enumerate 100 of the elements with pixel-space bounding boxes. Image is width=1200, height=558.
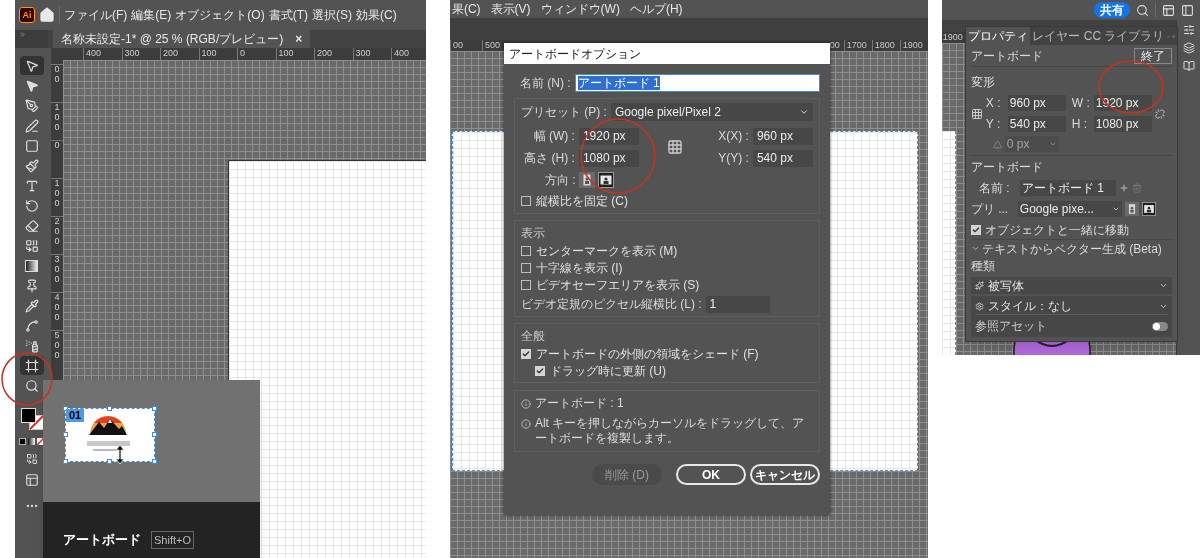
section-title: 全般 [520,328,546,345]
number-field[interactable]: 540 px [1007,116,1066,132]
field-label: H : [1071,116,1089,133]
landscape-orientation-button[interactable] [597,172,614,188]
checkbox-label: オブジェクトと一緒に移動 [984,222,1129,239]
rotate-icon [24,198,39,213]
section-title: 変形 [970,75,995,89]
menu-item[interactable]: ヘルプ(H) [629,0,683,18]
ruler-label: 1800 [874,40,895,50]
style-dropdown[interactable]: スタイル：なし [974,298,1168,315]
search-icon[interactable] [1136,3,1149,17]
document-title: 名称未設定-1* @ 25 % (RGB/プレビュー) [61,31,284,48]
ok-button[interactable]: OK [675,464,746,485]
checkbox-label: ビデオセーフエリアを表示 (S) [535,276,700,294]
screen-mode-icon[interactable] [24,473,39,487]
shortcut-key: Shift+O [151,530,194,550]
chevron-down-icon [798,107,809,117]
libraries-icon[interactable] [1182,60,1195,72]
ruler-label: 500 [484,40,500,50]
ruler-label: 200 [317,48,333,58]
mountain-logo-drawing [89,414,127,438]
number-field[interactable]: 1080 px [1093,116,1152,132]
checkbox[interactable] [520,279,531,290]
type-dropdown[interactable]: 被写体 [970,277,1172,294]
home-icon[interactable] [39,7,55,23]
collapse-icon[interactable] [970,244,980,253]
field-label: プリ ... [970,201,1010,218]
preset-dropdown[interactable]: Google pixe... [1017,201,1122,217]
ruler-label: 00 [53,65,61,86]
panel-tab[interactable]: プロパティ [965,27,1030,45]
section-title: 表示 [520,225,546,242]
cancel-button[interactable]: キャンセル [749,464,820,485]
menu-item[interactable]: オブジェクト(O) [175,6,265,24]
menu-item[interactable]: ファイル(F) [64,6,128,24]
gear-icon [974,301,984,311]
portrait-orientation-button[interactable] [1124,202,1139,216]
fill-swatch[interactable] [20,408,36,423]
workspace-icon[interactable] [1162,3,1175,17]
draw-mode-icon[interactable] [25,453,38,465]
field-label: Y : [985,116,1002,133]
checkbox[interactable] [970,225,981,235]
ruler-label: 200 [163,48,179,58]
selection-tool-button[interactable] [19,56,44,75]
landscape-orientation-button[interactable] [1141,202,1156,216]
field-label: W : [1071,95,1091,112]
panel-tab[interactable]: レイヤー [1029,27,1082,45]
unlinked-chain-icon[interactable] [1154,108,1165,119]
menu-item[interactable]: 書式(T) [268,6,308,24]
ruler-label: 300 [53,255,61,286]
add-artboard-icon[interactable] [1118,183,1129,193]
checkbox[interactable] [520,195,531,206]
number-field[interactable]: 1080 px [578,149,639,167]
checkbox[interactable] [520,262,531,273]
field-label: 幅 (W) : [532,128,575,145]
section-title: テキストからベクター生成 (Beta) [981,240,1162,258]
reference-toggle[interactable] [1151,321,1168,331]
name-field[interactable]: アートボード 1 [574,74,820,92]
ruler-label: 500 [53,331,61,362]
artboard-number: 01 [66,409,85,422]
ruler-label: 00 [829,40,840,50]
artboard-name-field[interactable]: アートボード 1 [1019,180,1116,196]
info-icon [520,399,531,409]
done-button[interactable]: 終了 [1133,47,1172,64]
properties-icon[interactable] [1182,24,1195,36]
reference-point-icon[interactable] [970,107,983,120]
menu-item[interactable]: ウィンドウ(W) [540,0,620,18]
checkbox[interactable] [534,365,545,376]
artboard-tool-button[interactable] [19,356,44,375]
menu-item[interactable]: 選択(S) [312,6,352,24]
ruler-label: 00 [452,40,463,50]
combine-icon [24,238,39,253]
checkbox-label: ドラッグ時に更新 (U) [549,362,666,380]
preset-dropdown[interactable]: Google pixel/Pixel 2 [610,103,813,121]
pixel-ratio-field[interactable]: 1 [705,295,770,313]
number-field[interactable]: 540 px [752,149,813,167]
menu-item[interactable]: 果(C) [451,0,481,18]
reference-point-icon[interactable] [666,139,683,155]
ruler-label: 300 [124,48,140,58]
panel-tab[interactable]: CC ライブラリ [1081,27,1167,45]
gradient-mode-icon[interactable] [28,438,35,445]
menu-item[interactable]: 編集(E) [131,6,172,24]
spray-can-icon [24,338,39,353]
number-field[interactable]: 960 px [752,127,813,145]
dialog-title: アートボードオプション [508,45,641,63]
menu-item[interactable]: 表示(V) [490,0,531,18]
eyedropper-icon [24,298,39,313]
checkbox-label: センターマークを表示 (M) [535,242,678,260]
close-tab-button[interactable]: × [295,30,303,48]
field-label: プリセット (P) : [520,104,607,121]
ruler-label: 100 [53,103,61,134]
share-button[interactable]: 共有 [1094,2,1130,18]
number-field[interactable]: 960 px [1007,95,1066,111]
document-tab[interactable]: 名称未設定-1* @ 25 % (RGB/プレビュー) × [53,30,311,48]
layers-icon[interactable] [1182,42,1195,54]
menu-item[interactable]: 効果(C) [356,6,397,24]
checkbox[interactable] [520,245,531,256]
checkbox[interactable] [520,348,531,359]
field-label: 種類 [970,258,996,275]
color-mode-icon[interactable] [19,438,26,445]
panel-layout-icon[interactable] [1181,3,1194,17]
